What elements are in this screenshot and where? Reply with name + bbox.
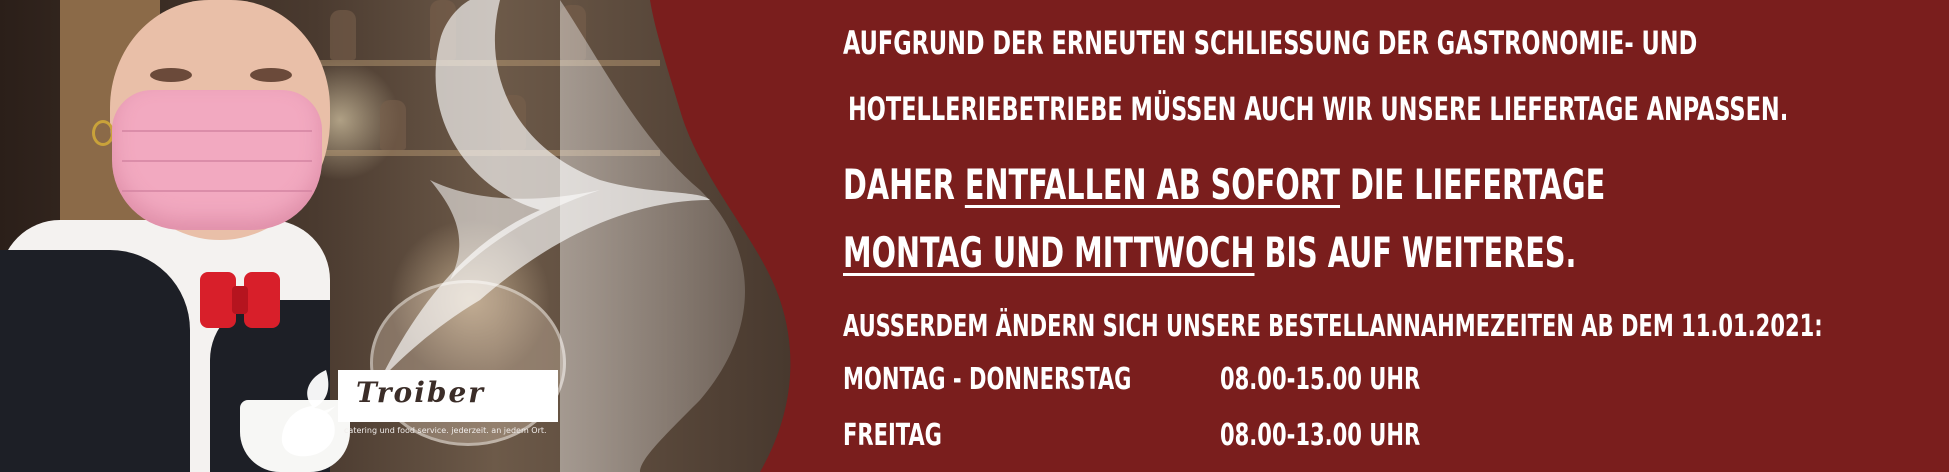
notice-line-1: Aufgrund der erneuten Schließung der Gas… [843, 24, 1698, 62]
notice-line-4: Montag und Mittwoch bis auf Weiteres. [843, 228, 1576, 277]
promo-banner: Troiber catering und food service. jeder… [0, 0, 1949, 472]
schedule-hours-weekdays: 08.00-15.00 Uhr [1220, 362, 1421, 397]
notice-line-3-emphasis: entfallen ab sofort [964, 160, 1341, 209]
notice-text-block: Aufgrund der erneuten Schließung der Gas… [0, 0, 1949, 472]
notice-line-4-emphasis: Montag und Mittwoch [843, 228, 1255, 277]
notice-line-3-prefix: Daher [843, 160, 965, 209]
schedule-hours-friday: 08.00-13.00 Uhr [1220, 418, 1421, 453]
notice-line-5: Außerdem ändern sich unsere Bestellannah… [843, 309, 1823, 344]
schedule-days-weekdays: Montag - Donnerstag [843, 362, 1132, 397]
notice-line-4-suffix: bis auf Weiteres. [1254, 228, 1577, 277]
notice-line-3: Daher entfallen ab sofort die Liefertage [843, 160, 1605, 209]
schedule-days-friday: Freitag [843, 418, 942, 453]
notice-line-3-suffix: die Liefertage [1340, 160, 1606, 209]
notice-line-2: Hotelleriebetriebe müssen auch wir unser… [848, 90, 1789, 128]
